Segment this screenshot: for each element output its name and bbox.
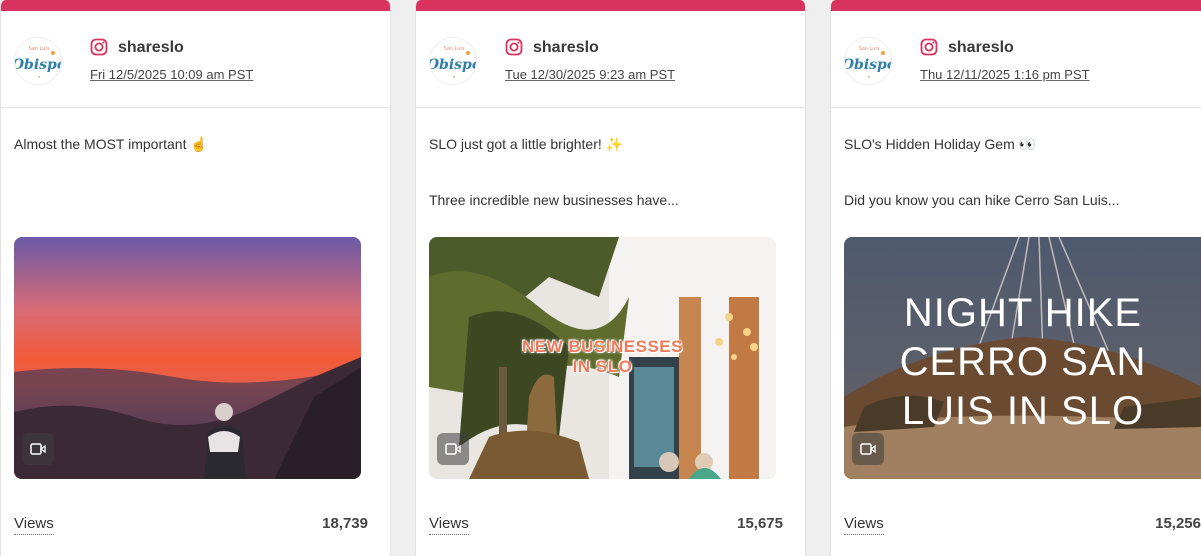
instagram-icon — [920, 38, 938, 56]
svg-text:★: ★ — [867, 75, 870, 79]
post-header: San Luis Obispo ★ shareslo Fri 12/5/2025… — [1, 11, 390, 108]
post-card[interactable]: San Luis Obispo ★ shareslo Thu 12/11/202… — [830, 0, 1201, 556]
svg-text:★: ★ — [452, 75, 455, 79]
post-media-thumbnail[interactable]: NEW BUSINESSES IN SLO — [429, 237, 776, 479]
post-media-thumbnail[interactable]: NIGHT HIKE CERRO SAN LUIS IN SLO — [844, 237, 1201, 479]
svg-text:Obispo: Obispo — [845, 57, 892, 73]
svg-text:Obispo: Obispo — [15, 57, 62, 73]
post-caption-continued: Three incredible new businesses have... — [429, 192, 679, 208]
card-accent-bar — [1, 0, 390, 11]
post-header: San Luis Obispo ★ shareslo Tue 12/30/202… — [416, 11, 805, 108]
instagram-icon — [505, 38, 523, 56]
card-accent-bar — [831, 0, 1201, 11]
post-header: San Luis Obispo ★ shareslo Thu 12/11/202… — [831, 11, 1201, 108]
post-card[interactable]: San Luis Obispo ★ shareslo Tue 12/30/202… — [415, 0, 806, 556]
post-media-thumbnail[interactable] — [14, 237, 361, 479]
views-label[interactable]: Views — [844, 515, 884, 535]
post-caption: SLO just got a little brighter! ✨ — [429, 136, 624, 152]
views-value: 15,256 — [1155, 515, 1201, 532]
svg-text:San Luis: San Luis — [29, 46, 50, 52]
post-date-link[interactable]: Tue 12/30/2025 9:23 am PST — [505, 67, 675, 82]
account-handle[interactable]: shareslo — [948, 39, 1014, 57]
account-handle[interactable]: shareslo — [533, 39, 599, 57]
post-date-link[interactable]: Thu 12/11/2025 1:16 pm PST — [920, 67, 1090, 82]
instagram-icon — [90, 38, 108, 56]
views-label[interactable]: Views — [429, 515, 469, 535]
views-label[interactable]: Views — [14, 515, 54, 535]
views-value: 15,675 — [737, 515, 783, 532]
media-overlay-text: NIGHT HIKE CERRO SAN LUIS IN SLO — [899, 291, 1147, 433]
svg-text:Obispo: Obispo — [430, 57, 477, 73]
post-caption: SLO's Hidden Holiday Gem 👀 — [844, 136, 1037, 152]
card-accent-bar — [416, 0, 805, 11]
video-icon — [437, 433, 469, 465]
post-date-link[interactable]: Fri 12/5/2025 10:09 am PST — [90, 67, 253, 82]
avatar[interactable]: San Luis Obispo ★ — [429, 37, 477, 85]
svg-text:San Luis: San Luis — [859, 46, 880, 52]
avatar[interactable]: San Luis Obispo ★ — [844, 37, 892, 85]
post-caption: Almost the MOST important ☝️ — [14, 136, 208, 152]
video-icon — [22, 433, 54, 465]
media-overlay-text: NEW BUSINESSES IN SLO — [522, 337, 683, 376]
post-card[interactable]: San Luis Obispo ★ shareslo Fri 12/5/2025… — [0, 0, 391, 556]
video-icon — [852, 433, 884, 465]
svg-text:★: ★ — [37, 75, 40, 79]
avatar[interactable]: San Luis Obispo ★ — [14, 37, 62, 85]
post-caption-continued: Did you know you can hike Cerro San Luis… — [844, 192, 1120, 208]
account-handle[interactable]: shareslo — [118, 39, 184, 57]
svg-text:San Luis: San Luis — [444, 46, 465, 52]
views-value: 18,739 — [322, 515, 368, 532]
